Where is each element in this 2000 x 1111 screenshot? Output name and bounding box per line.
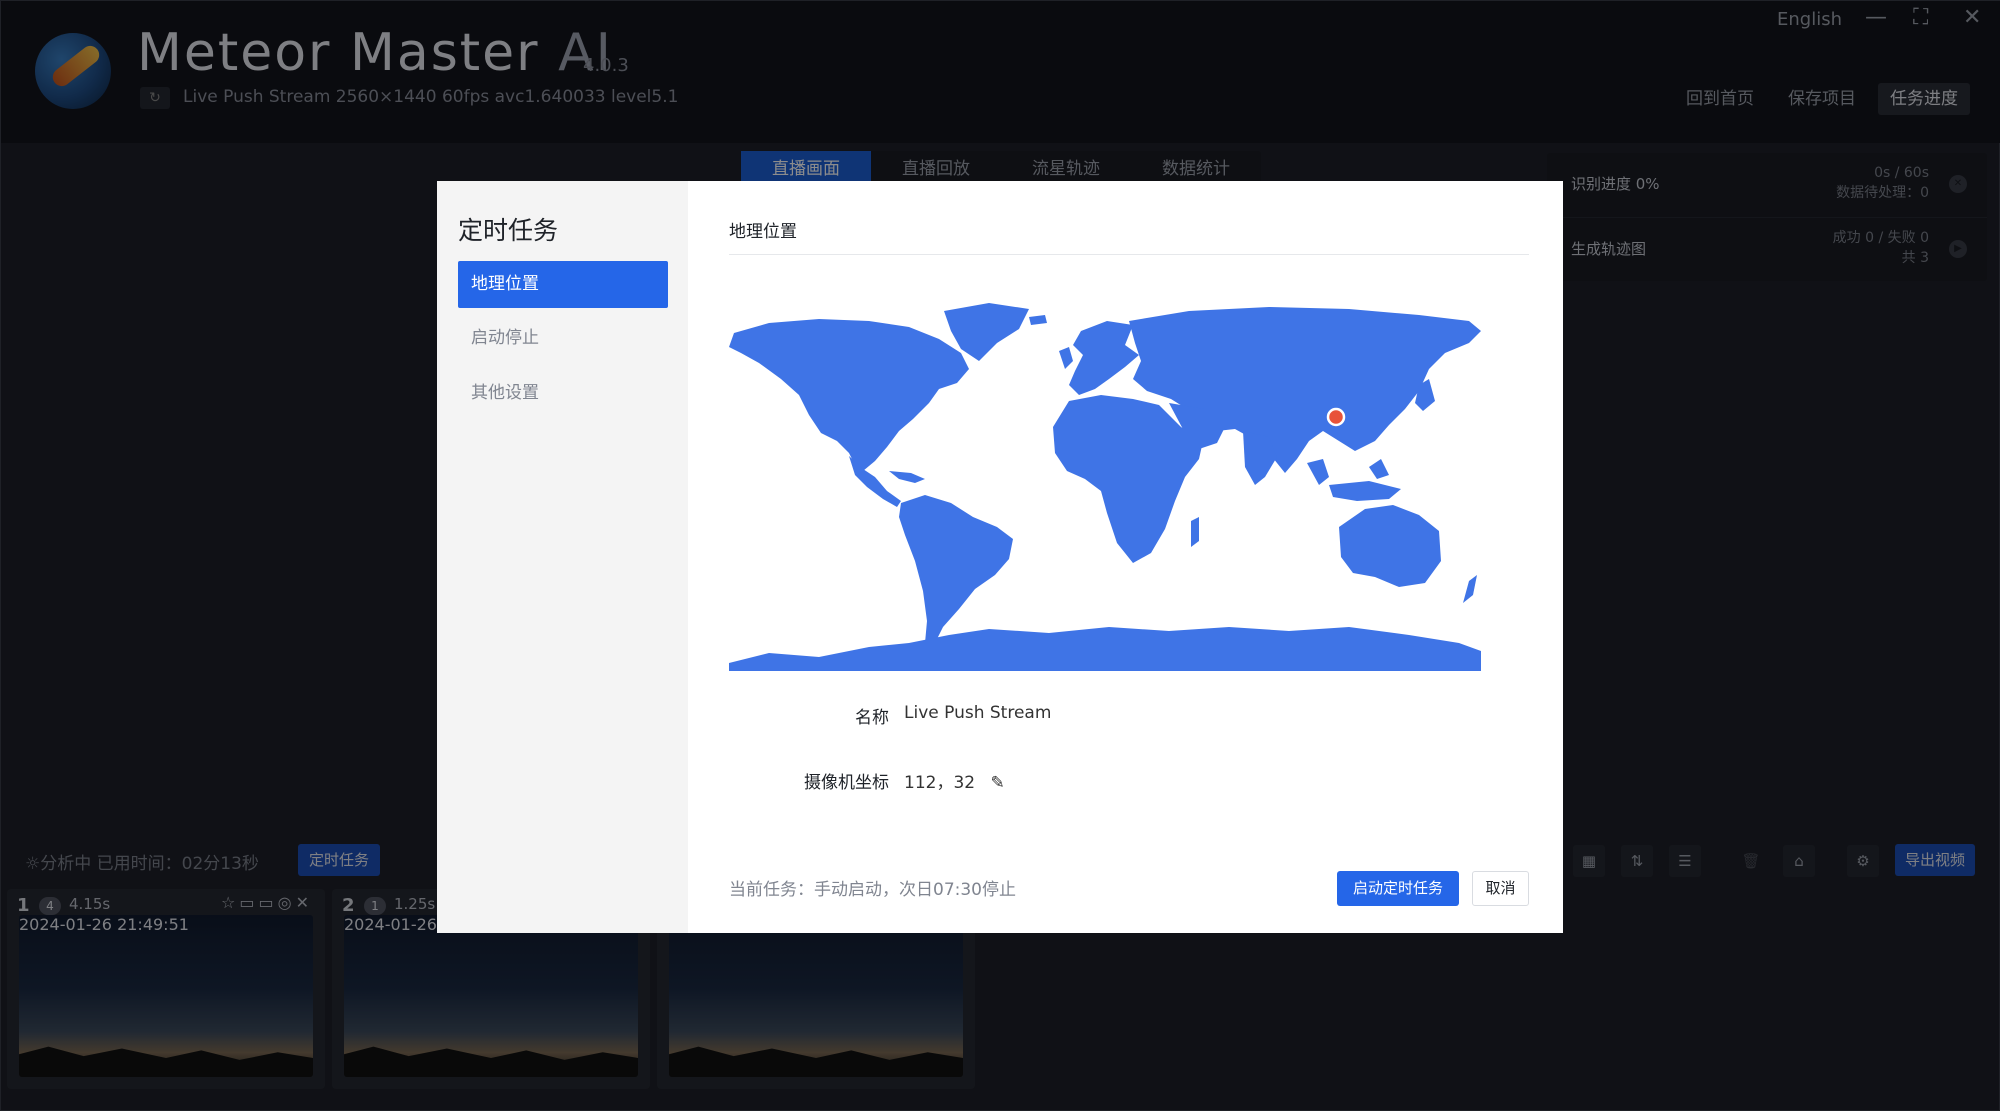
coordinate-value: 112，32 ✎ bbox=[904, 768, 1005, 793]
start-timer-task-button[interactable]: 启动定时任务 bbox=[1337, 871, 1459, 906]
name-value: Live Push Stream bbox=[904, 703, 1052, 723]
timer-task-dialog: 定时任务 地理位置 启动停止 其他设置 地理位置 名称 Live Push St… bbox=[437, 181, 1563, 933]
camera-location-marker[interactable] bbox=[1326, 407, 1346, 427]
section-divider bbox=[729, 254, 1529, 255]
world-map[interactable] bbox=[729, 291, 1481, 671]
dialog-title: 定时任务 bbox=[458, 216, 559, 245]
current-task-status: 当前任务：手动启动，次日07:30停止 bbox=[729, 880, 1016, 900]
cancel-button[interactable]: 取消 bbox=[1472, 871, 1529, 906]
section-title: 地理位置 bbox=[729, 222, 797, 242]
name-label: 名称 bbox=[855, 708, 889, 728]
coordinate-text: 112，32 bbox=[904, 773, 976, 793]
menu-item-start-stop[interactable]: 启动停止 bbox=[458, 315, 668, 362]
dialog-content: 地理位置 名称 Live Push Stream 摄像机坐标 112，32 ✎ … bbox=[688, 181, 1563, 933]
dialog-sidebar: 定时任务 地理位置 启动停止 其他设置 bbox=[437, 181, 688, 933]
edit-icon[interactable]: ✎ bbox=[991, 773, 1005, 793]
menu-item-other-settings[interactable]: 其他设置 bbox=[458, 370, 668, 417]
menu-item-location[interactable]: 地理位置 bbox=[458, 261, 668, 308]
coordinate-label: 摄像机坐标 bbox=[804, 773, 889, 793]
